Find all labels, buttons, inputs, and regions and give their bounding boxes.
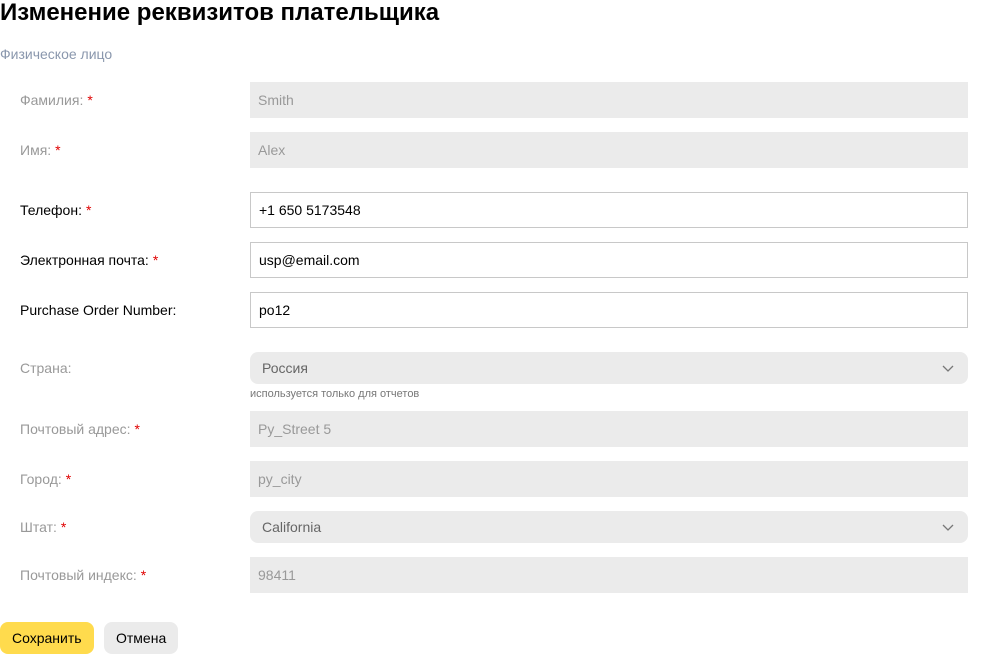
phone-label: Телефон: * [20, 202, 92, 218]
postal-code-label: Почтовый индекс: * [20, 567, 147, 583]
required-mark: * [140, 567, 147, 583]
state-label: Штат: * [20, 519, 67, 535]
state-select[interactable]: California [250, 511, 968, 543]
first-name-value: Alex [258, 142, 286, 158]
postal-address-label: Почтовый адрес: * [20, 421, 140, 437]
first-name-label: Имя: * [20, 142, 61, 158]
page-title: Изменение реквизитов плательщика [0, 0, 440, 26]
required-mark: * [87, 92, 93, 108]
city-field: py_city [250, 461, 968, 497]
required-mark: * [60, 519, 67, 535]
email-input[interactable]: usp@email.com [250, 242, 968, 278]
person-type-subtitle: Физическое лицо [0, 46, 113, 62]
country-value: Россия [262, 360, 308, 376]
po-number-value: po12 [259, 302, 291, 318]
save-button[interactable]: Сохранить [0, 622, 94, 654]
country-label: Страна: [20, 360, 72, 376]
required-mark: * [152, 252, 159, 268]
last-name-field: Smith [250, 82, 968, 118]
phone-input[interactable]: +1 650 5173548 [250, 192, 968, 228]
chevron-down-icon [942, 365, 954, 372]
postal-address-field: Py_Street 5 [250, 411, 968, 447]
country-select[interactable]: Россия [250, 352, 968, 384]
required-mark: * [65, 471, 72, 487]
required-mark: * [85, 202, 92, 218]
city-value: py_city [258, 471, 302, 487]
first-name-field: Alex [250, 132, 968, 168]
postal-code-value: 98411 [258, 567, 296, 583]
chevron-down-icon [942, 524, 954, 531]
cancel-button[interactable]: Отмена [104, 622, 178, 654]
state-value: California [262, 519, 322, 535]
email-label: Электронная почта: * [20, 252, 159, 268]
required-mark: * [134, 421, 140, 437]
last-name-value: Smith [258, 92, 294, 108]
po-number-input[interactable]: po12 [250, 292, 968, 328]
country-hint: используется только для отчетов [250, 388, 420, 400]
phone-value: +1 650 5173548 [259, 202, 361, 218]
po-number-label: Purchase Order Number: [20, 302, 177, 318]
postal-code-field: 98411 [250, 557, 968, 593]
required-mark: * [55, 142, 61, 158]
city-label: Город: * [20, 471, 72, 487]
postal-address-value: Py_Street 5 [258, 421, 332, 437]
email-value: usp@email.com [259, 252, 360, 268]
last-name-label: Фамилия: * [20, 92, 93, 108]
